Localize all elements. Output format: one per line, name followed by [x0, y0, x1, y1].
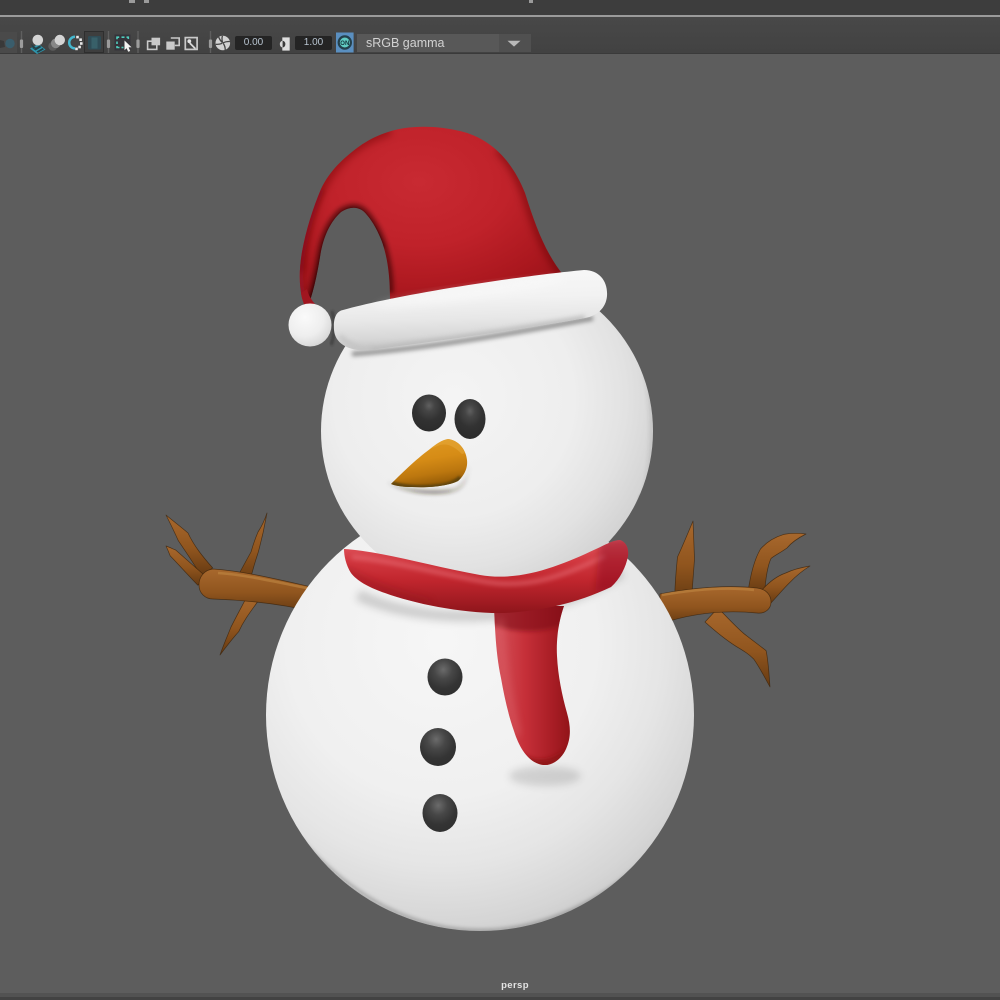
svg-text:ON: ON [340, 41, 349, 47]
